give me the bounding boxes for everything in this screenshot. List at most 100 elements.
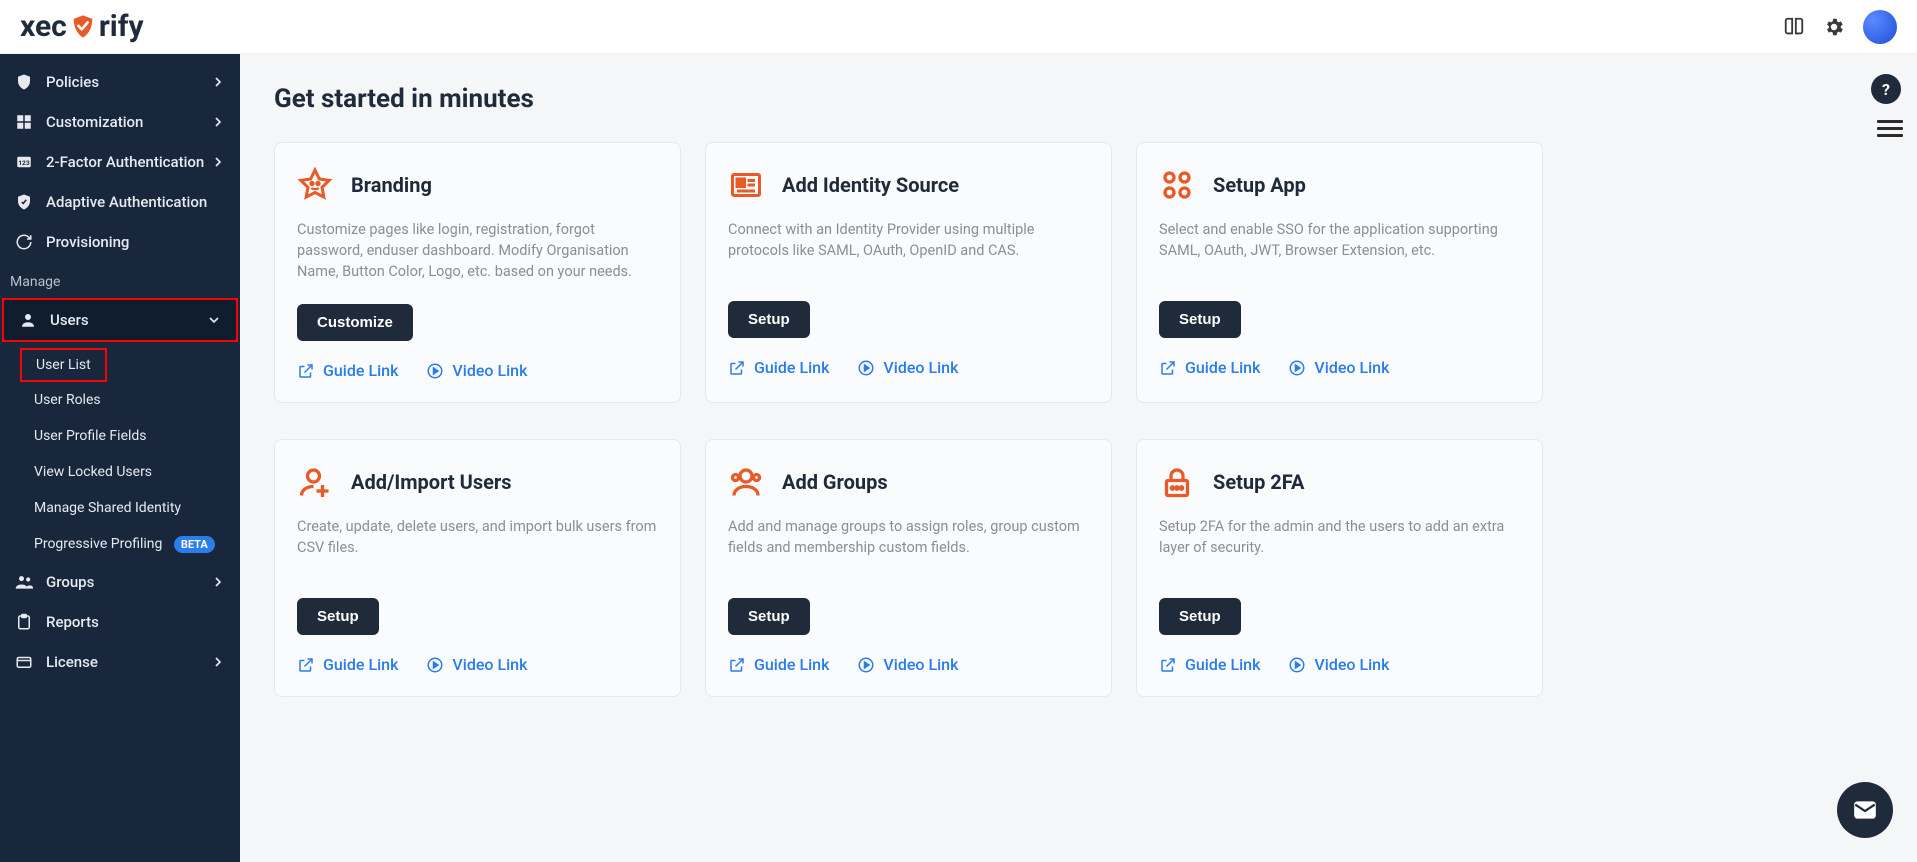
sidebar-item-2fa[interactable]: 123 2-Factor Authentication: [0, 142, 240, 182]
setup-button[interactable]: Setup: [728, 598, 810, 635]
card-grid: Branding Customize pages like login, reg…: [274, 142, 1883, 697]
mail-fab[interactable]: [1837, 782, 1893, 838]
chevron-right-icon: [210, 114, 226, 130]
link-text: Guide Link: [323, 361, 398, 380]
sidebar-item-adaptive-auth[interactable]: Adaptive Authentication: [0, 182, 240, 222]
help-button[interactable]: ?: [1871, 74, 1901, 104]
card-title: Add/Import Users: [351, 470, 512, 494]
link-text: Guide Link: [754, 358, 829, 377]
link-text: Guide Link: [323, 655, 398, 674]
card-branding: Branding Customize pages like login, reg…: [274, 142, 681, 403]
link-text: Guide Link: [1185, 655, 1260, 674]
sidebar-item-label: Provisioning: [46, 233, 129, 251]
help-label: ?: [1882, 80, 1890, 99]
setup-button[interactable]: Setup: [1159, 598, 1241, 635]
chevron-right-icon: [210, 574, 226, 590]
play-circle-icon: [1288, 656, 1306, 674]
sub-item-manage-shared-identity[interactable]: Manage Shared Identity: [0, 490, 240, 526]
video-link[interactable]: Video Link: [857, 358, 958, 377]
group-icon: [728, 464, 764, 500]
hamburger-icon[interactable]: [1877, 116, 1903, 141]
svg-text:123: 123: [18, 159, 30, 167]
link-text: Video Link: [452, 655, 527, 674]
external-link-icon: [297, 656, 315, 674]
card-title: Add Identity Source: [782, 173, 959, 197]
sidebar-item-reports[interactable]: Reports: [0, 602, 240, 642]
sub-item-view-locked-users[interactable]: View Locked Users: [0, 454, 240, 490]
card-desc: Setup 2FA for the admin and the users to…: [1159, 516, 1520, 576]
play-circle-icon: [1288, 359, 1306, 377]
sync-icon: [14, 232, 34, 252]
clipboard-icon: [14, 612, 34, 632]
chevron-right-icon: [210, 654, 226, 670]
keypad-icon: 123: [14, 152, 34, 172]
sub-item-user-list[interactable]: User List: [22, 350, 105, 380]
play-circle-icon: [426, 362, 444, 380]
user-icon: [18, 310, 38, 330]
play-circle-icon: [426, 656, 444, 674]
shield-check-icon: [14, 192, 34, 212]
users-sub-list: User List User Roles User Profile Fields…: [0, 344, 240, 562]
guide-link[interactable]: Guide Link: [728, 358, 829, 377]
main-content: Get started in minutes Branding Customiz…: [240, 54, 1917, 862]
link-text: Video Link: [883, 358, 958, 377]
docs-icon[interactable]: [1783, 16, 1805, 38]
card-add-import-users: Add/Import Users Create, update, delete …: [274, 439, 681, 697]
video-link[interactable]: Video Link: [426, 361, 527, 380]
guide-link[interactable]: Guide Link: [297, 655, 398, 674]
sub-item-label: User List: [36, 357, 91, 373]
guide-link[interactable]: Guide Link: [728, 655, 829, 674]
chevron-right-icon: [210, 74, 226, 90]
guide-link[interactable]: Guide Link: [297, 361, 398, 380]
card-desc: Connect with an Identity Provider using …: [728, 219, 1089, 279]
apps-icon: [1159, 167, 1195, 203]
sidebar-item-label: Reports: [46, 613, 99, 631]
chevron-down-icon: [206, 312, 222, 328]
sub-item-label: User Roles: [34, 392, 101, 408]
sidebar-item-license[interactable]: License: [0, 642, 240, 682]
guide-link[interactable]: Guide Link: [1159, 655, 1260, 674]
sub-item-progressive-profiling[interactable]: Progressive Profiling BETA: [0, 526, 240, 562]
sidebar-item-provisioning[interactable]: Provisioning: [0, 222, 240, 262]
sidebar-item-label: Customization: [46, 113, 143, 131]
card-title: Setup App: [1213, 173, 1306, 197]
star-icon: [297, 167, 333, 203]
play-circle-icon: [857, 656, 875, 674]
header: xec rify: [0, 0, 1917, 54]
video-link[interactable]: Video Link: [857, 655, 958, 674]
groups-icon: [14, 572, 34, 592]
sidebar-item-policies[interactable]: Policies: [0, 62, 240, 102]
avatar[interactable]: [1863, 10, 1897, 44]
sub-item-label: Progressive Profiling: [34, 536, 162, 552]
page-title: Get started in minutes: [274, 84, 1883, 114]
sub-item-user-roles[interactable]: User Roles: [0, 382, 240, 418]
sidebar-item-customization[interactable]: Customization: [0, 102, 240, 142]
setup-button[interactable]: Setup: [1159, 301, 1241, 338]
setup-button[interactable]: Setup: [297, 598, 379, 635]
external-link-icon: [297, 362, 315, 380]
card-setup-2fa: Setup 2FA Setup 2FA for the admin and th…: [1136, 439, 1543, 697]
sidebar-item-label: Policies: [46, 73, 99, 91]
customize-button[interactable]: Customize: [297, 304, 413, 341]
play-circle-icon: [857, 359, 875, 377]
sidebar-item-users[interactable]: Users: [4, 300, 236, 340]
card-title: Branding: [351, 173, 432, 197]
sidebar-item-label: Adaptive Authentication: [46, 193, 207, 211]
external-link-icon: [728, 359, 746, 377]
chevron-right-icon: [210, 154, 226, 170]
card-add-groups: Add Groups Add and manage groups to assi…: [705, 439, 1112, 697]
video-link[interactable]: Video Link: [1288, 358, 1389, 377]
guide-link[interactable]: Guide Link: [1159, 358, 1260, 377]
video-link[interactable]: Video Link: [1288, 655, 1389, 674]
brand-logo[interactable]: xec rify: [20, 9, 144, 44]
sidebar-item-groups[interactable]: Groups: [0, 562, 240, 602]
card-title: Setup 2FA: [1213, 470, 1304, 494]
user-plus-icon: [297, 464, 333, 500]
sub-item-user-profile-fields[interactable]: User Profile Fields: [0, 418, 240, 454]
video-link[interactable]: Video Link: [426, 655, 527, 674]
card-desc: Select and enable SSO for the applicatio…: [1159, 219, 1520, 279]
setup-button[interactable]: Setup: [728, 301, 810, 338]
external-link-icon: [1159, 359, 1177, 377]
card-title: Add Groups: [782, 470, 888, 494]
gear-icon[interactable]: [1823, 16, 1845, 38]
